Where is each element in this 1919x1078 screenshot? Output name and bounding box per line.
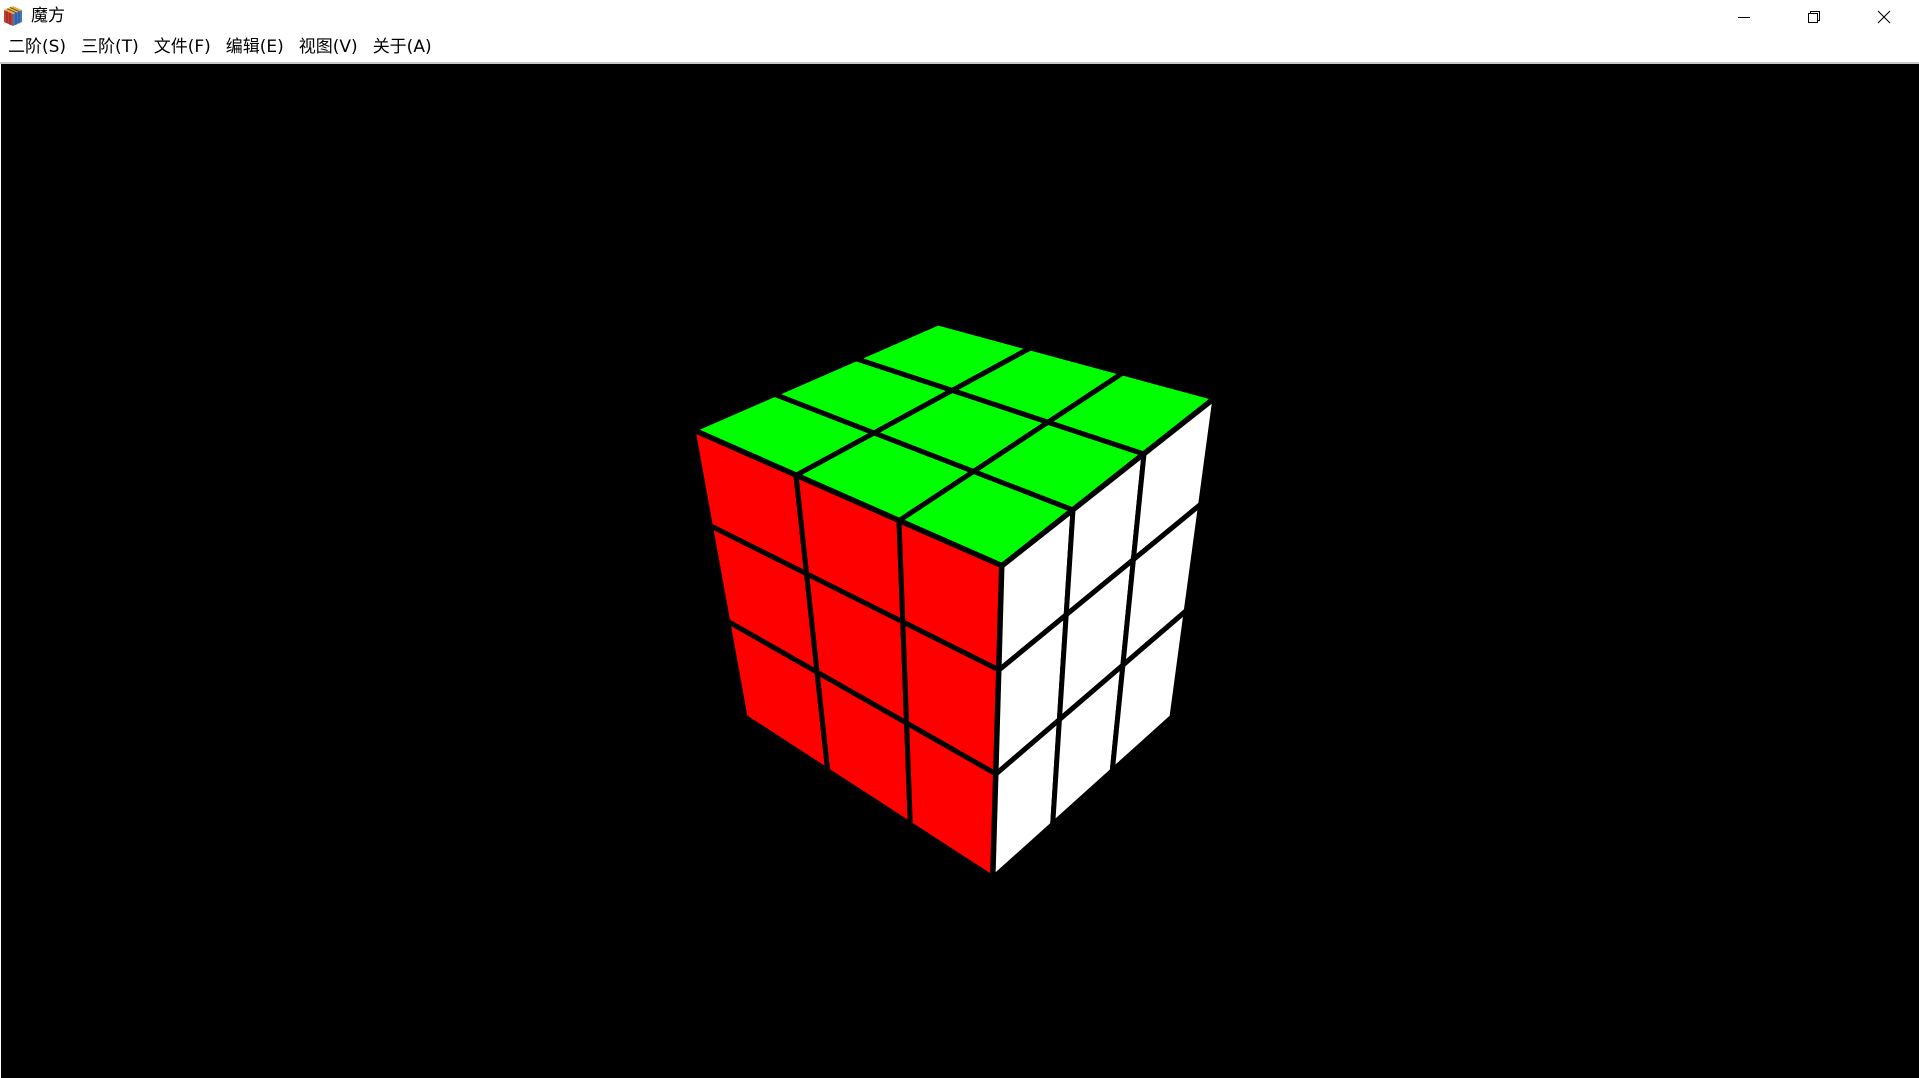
app-window: 魔方 二阶(S) 三阶(T) 文件(F) 编辑(E) 视图(V) 关于(A)	[0, 0, 1919, 1078]
menu-item-about[interactable]: 关于(A)	[367, 33, 438, 62]
minimize-button[interactable]	[1709, 0, 1779, 33]
restore-icon	[1808, 10, 1820, 23]
menu-item-view[interactable]: 视图(V)	[293, 33, 364, 62]
window-title: 魔方	[31, 6, 65, 26]
menu-item-file[interactable]: 文件(F)	[148, 33, 217, 62]
menu-item-3x3[interactable]: 三阶(T)	[75, 33, 145, 62]
minimize-icon	[1738, 16, 1750, 18]
restore-button[interactable]	[1779, 0, 1849, 33]
rubiks-cube-render[interactable]	[1, 64, 1919, 1078]
menu-item-edit[interactable]: 编辑(E)	[220, 33, 290, 62]
menu-bar: 二阶(S) 三阶(T) 文件(F) 编辑(E) 视图(V) 关于(A)	[0, 33, 1919, 62]
3d-viewport[interactable]	[1, 64, 1919, 1078]
menu-item-2x2[interactable]: 二阶(S)	[2, 33, 72, 62]
close-button[interactable]	[1849, 0, 1919, 33]
rubiks-cube-app-icon	[4, 6, 22, 26]
close-icon	[1877, 10, 1891, 23]
title-bar[interactable]: 魔方	[0, 0, 1919, 33]
